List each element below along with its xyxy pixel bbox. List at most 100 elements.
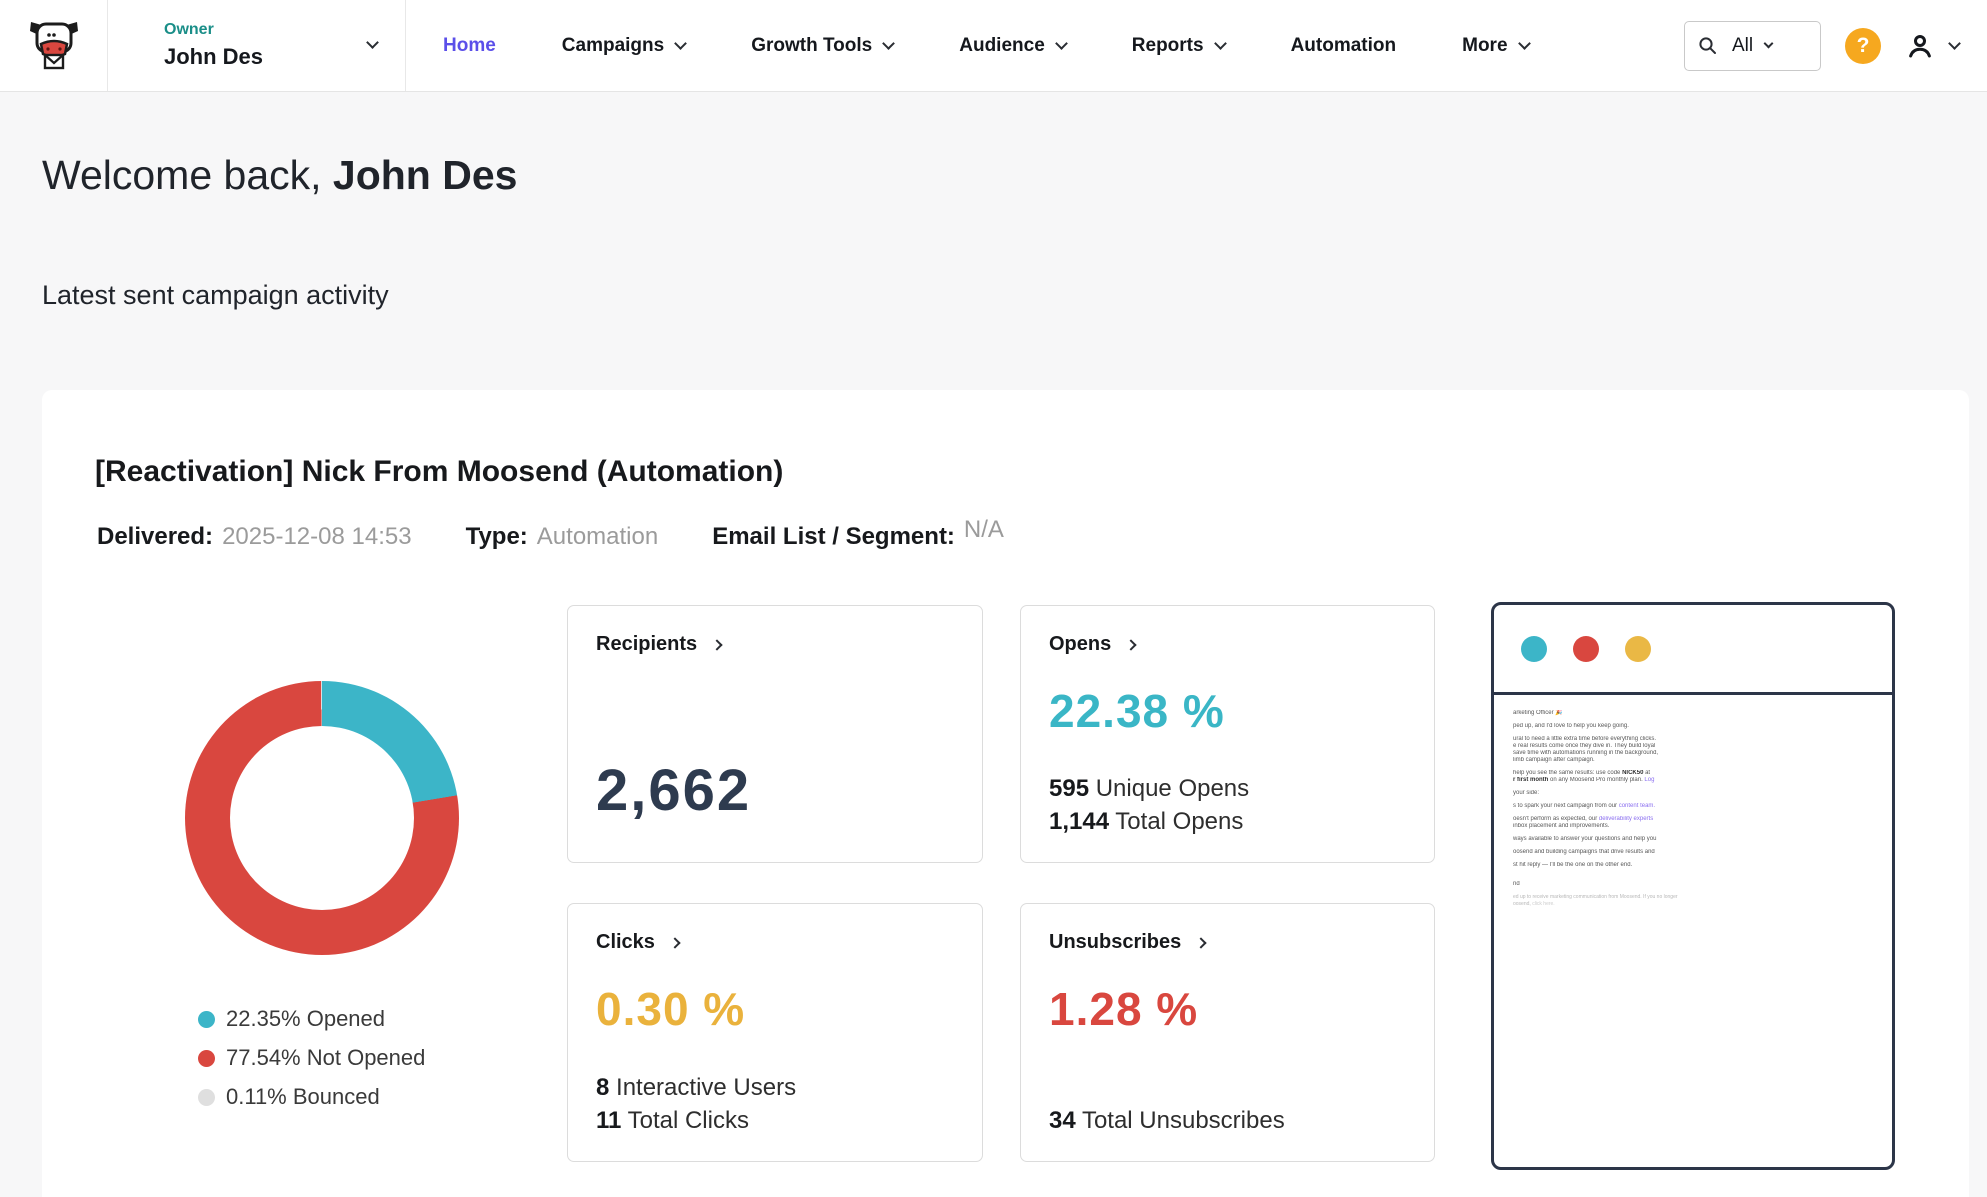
legend-label: 0.11% Bounced: [226, 1084, 380, 1110]
donut-legend: 22.35% Opened 77.54% Not Opened 0.11% Boun…: [198, 1006, 425, 1123]
meta-value: N/A: [964, 516, 1004, 543]
preview-dot-icon: [1625, 636, 1651, 662]
nav-item-reports[interactable]: Reports: [1099, 0, 1258, 91]
chevron-down-icon: [1214, 37, 1227, 50]
legend-dot-icon: [198, 1050, 215, 1067]
card-title: Clicks: [596, 931, 655, 954]
account-switcher[interactable]: Owner John Des: [108, 0, 406, 91]
legend-item-opened[interactable]: 22.35% Opened: [198, 1006, 425, 1032]
help-button[interactable]: ?: [1845, 28, 1881, 64]
opens-rate-value: 22.38 %: [1049, 684, 1406, 738]
campaign-email-preview[interactable]: arketing Officer 🎉ped up, and I'd love t…: [1491, 602, 1895, 1170]
user-avatar-icon: [1905, 31, 1935, 61]
main-nav: Home Campaigns Growth Tools Audience Reports…: [410, 0, 1562, 91]
clicks-card: Clicks 0.30 % 8 Interactive Users11 Tota…: [567, 903, 983, 1162]
stat-detail-line: 11 Total Clicks: [596, 1104, 954, 1137]
unsubscribes-card-link[interactable]: Unsubscribes: [1049, 931, 1406, 954]
account-role-label: Owner: [164, 21, 405, 39]
preview-text-line: ways available to answer your questions …: [1513, 836, 1679, 843]
nav-item-label: Home: [443, 35, 496, 57]
chevron-down-icon: [674, 37, 687, 50]
campaign-meta-item: Type: Automation: [466, 523, 659, 551]
chevron-down-icon: [1764, 39, 1774, 49]
unsubscribes-details: 34 Total Unsubscribes: [1049, 1104, 1406, 1137]
clicks-card-link[interactable]: Clicks: [596, 931, 954, 954]
stat-detail-line: 34 Total Unsubscribes: [1049, 1104, 1406, 1137]
preview-header: [1494, 605, 1892, 695]
preview-text-line: ped up, and I'd love to help you keep go…: [1513, 723, 1679, 730]
preview-text-line: oosend and building campaigns that drive…: [1513, 849, 1679, 856]
card-title: Opens: [1049, 633, 1111, 656]
preview-text-line: ural to need a little extra time before …: [1513, 736, 1679, 743]
nav-item-label: Growth Tools: [751, 35, 872, 57]
section-title: Latest sent campaign activity: [42, 280, 389, 311]
nav-item-campaigns[interactable]: Campaigns: [529, 0, 718, 91]
brand-logo-cell[interactable]: [0, 0, 108, 91]
preview-text-line: your side:: [1513, 790, 1679, 797]
nav-item-more[interactable]: More: [1429, 0, 1561, 91]
preview-dot-icon: [1521, 636, 1547, 662]
nav-item-label: Reports: [1132, 35, 1204, 57]
preview-text-line: st hit reply — I'll be the one on the ot…: [1513, 862, 1679, 869]
legend-item-not-opened[interactable]: 77.54% Not Opened: [198, 1045, 425, 1071]
clicks-details: 8 Interactive Users11 Total Clicks: [596, 1071, 954, 1137]
legend-item-bounced[interactable]: 0.11% Bounced: [198, 1084, 425, 1110]
legend-dot-icon: [198, 1011, 215, 1028]
nav-item-home[interactable]: Home: [410, 0, 529, 91]
preview-email-body: arketing Officer 🎉ped up, and I'd love t…: [1494, 695, 1679, 908]
preview-text-line: limb campaign after campaign.: [1513, 757, 1679, 764]
meta-value: 2025-12-08 14:53: [222, 523, 412, 550]
chevron-right-icon: [1126, 639, 1137, 650]
nav-item-automation[interactable]: Automation: [1258, 0, 1430, 91]
top-navigation-bar: Owner John Des Home Campaigns Growth Tools…: [0, 0, 1987, 92]
preview-text-line: help you see the same results: use code …: [1513, 770, 1679, 777]
preview-text-line: oesn't perform as expected, our delivera…: [1513, 816, 1679, 823]
stat-detail-line: 1,144 Total Opens: [1049, 805, 1406, 838]
preview-text-line: r first month on any Moosend Pro monthly…: [1513, 777, 1679, 784]
opens-card: Opens 22.38 % 595 Unique Opens1,144 Tota…: [1020, 605, 1435, 863]
campaign-meta: Delivered: 2025-12-08 14:53 Type: Automatio…: [97, 523, 1004, 551]
campaign-title: [Reactivation] Nick From Moosend (Automa…: [95, 455, 783, 489]
moosend-cow-logo-icon: [23, 16, 85, 76]
clicks-rate-value: 0.30 %: [596, 982, 954, 1036]
preview-text-line: inbox placement and improvements.: [1513, 823, 1679, 830]
meta-value: Automation: [537, 523, 658, 550]
chevron-down-icon: [1518, 37, 1531, 50]
campaign-meta-item: Email List / Segment:N/A: [712, 523, 1004, 551]
meta-label: Type:: [466, 523, 528, 550]
chevron-right-icon: [1196, 937, 1207, 948]
question-mark-icon: ?: [1857, 34, 1870, 58]
nav-item-label: Audience: [959, 35, 1045, 57]
welcome-user-name: John Des: [333, 152, 518, 198]
legend-label: 77.54% Not Opened: [226, 1045, 425, 1071]
nav-item-audience[interactable]: Audience: [926, 0, 1099, 91]
preview-text-line: oosend, click here.: [1513, 901, 1679, 908]
stat-detail-line: 8 Interactive Users: [596, 1071, 954, 1104]
preview-text-line: ed up to receive marketing communication…: [1513, 894, 1679, 901]
user-menu[interactable]: [1905, 31, 1959, 61]
stat-detail-line: 595 Unique Opens: [1049, 772, 1406, 805]
legend-dot-icon: [198, 1089, 215, 1106]
unsubscribes-card: Unsubscribes 1.28 % 34 Total Unsubscribe…: [1020, 903, 1435, 1162]
nav-item-label: Automation: [1291, 35, 1397, 57]
opens-card-link[interactable]: Opens: [1049, 633, 1406, 656]
nav-item-growth-tools[interactable]: Growth Tools: [718, 0, 926, 91]
nav-item-label: Campaigns: [562, 35, 664, 57]
unsubscribes-rate-value: 1.28 %: [1049, 982, 1406, 1036]
welcome-prefix: Welcome back,: [42, 152, 333, 198]
donut-hole: [230, 726, 414, 910]
chevron-down-icon: [1055, 37, 1068, 50]
recipients-card-link[interactable]: Recipients: [596, 633, 954, 656]
chevron-down-icon: [882, 37, 895, 50]
search-scope-value: All: [1732, 35, 1753, 57]
welcome-heading: Welcome back, John Des: [42, 152, 517, 199]
global-search-box[interactable]: All: [1684, 21, 1821, 71]
nav-item-label: More: [1462, 35, 1507, 57]
preview-text-line: e real results come once they dive in. T…: [1513, 743, 1679, 750]
opens-details: 595 Unique Opens1,144 Total Opens: [1049, 772, 1406, 838]
campaign-meta-item: Delivered: 2025-12-08 14:53: [97, 523, 412, 551]
meta-label: Delivered:: [97, 523, 213, 550]
preview-text-line: nd: [1513, 881, 1679, 888]
card-title: Unsubscribes: [1049, 931, 1181, 954]
legend-label: 22.35% Opened: [226, 1006, 385, 1032]
